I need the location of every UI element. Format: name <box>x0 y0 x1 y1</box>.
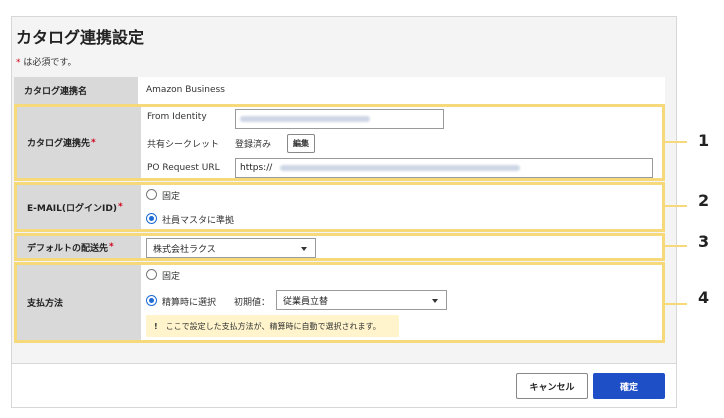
required-star: * <box>109 242 114 252</box>
payment-option-fixed: 固定 <box>162 272 181 282</box>
from-identity-label: From Identity <box>147 112 207 122</box>
callout-line-3 <box>665 245 687 247</box>
chevron-down-icon <box>301 247 307 251</box>
callout-4: 4 <box>698 288 710 307</box>
row-catalog-name: カタログ連携名 Amazon Business <box>14 77 665 104</box>
email-radio-fixed[interactable] <box>146 189 157 200</box>
email-option-employee-master: 社員マスタに準拠 <box>162 216 235 226</box>
cancel-button[interactable]: キャンセル <box>516 373 588 399</box>
callout-line-4 <box>665 303 687 305</box>
catalog-dest-label: カタログ連携先 * <box>17 107 141 178</box>
info-icon: ! <box>154 321 158 331</box>
callout-3: 3 <box>698 232 710 251</box>
po-request-url-input[interactable]: https:// <box>235 158 653 178</box>
edit-secret-button[interactable]: 編集 <box>287 134 315 153</box>
chevron-down-icon <box>432 299 438 303</box>
shared-secret-status: 登録済み <box>235 140 272 150</box>
payment-initial-select[interactable]: 従業員立替 <box>276 290 447 310</box>
catalog-name-label: カタログ連携名 <box>14 77 138 104</box>
row-default-ship: デフォルトの配送先 * 株式会社ラクス <box>14 233 665 261</box>
from-identity-input[interactable] <box>235 109 444 129</box>
email-label: E-MAIL(ログインID) * <box>17 185 141 229</box>
callout-line-1 <box>665 141 687 143</box>
confirm-button[interactable]: 確定 <box>593 373 665 399</box>
email-label-text: E-MAIL(ログインID) <box>27 203 117 214</box>
po-request-url-value: https:// <box>240 163 273 173</box>
default-ship-selected: 株式会社ラクス <box>153 244 216 255</box>
catalog-dest-value-cell: From Identity 共有シークレット 登録済み 編集 PO Reques… <box>141 107 662 178</box>
blurred-value <box>280 165 521 171</box>
default-ship-value-cell: 株式会社ラクス <box>141 236 662 258</box>
required-star: * <box>91 137 96 148</box>
payment-info-text: ここで設定した支払方法が、精算時に自動で選択されます。 <box>165 321 381 331</box>
catalog-name-value: Amazon Business <box>146 85 225 95</box>
row-payment: 支払方法 固定 精算時に選択 初期値： 従業員立替 ! ここで設定した支払方法が… <box>14 262 665 343</box>
callout-2: 2 <box>698 191 710 210</box>
page-title: カタログ連携設定 <box>16 28 145 47</box>
payment-radio-fixed[interactable] <box>146 269 157 280</box>
payment-label-text: 支払方法 <box>27 299 64 309</box>
required-note: * は必須です。 <box>16 55 76 68</box>
payment-radio-select[interactable] <box>146 295 157 306</box>
email-radio-employee-master[interactable] <box>146 213 157 224</box>
payment-label: 支払方法 <box>17 265 141 340</box>
blurred-value <box>240 116 370 122</box>
callout-1: 1 <box>698 131 710 150</box>
dialog-footer: キャンセル 確定 <box>12 363 676 407</box>
initial-value-label: 初期値： <box>234 298 271 308</box>
default-ship-select[interactable]: 株式会社ラクス <box>146 238 316 258</box>
payment-value-cell: 固定 精算時に選択 初期値： 従業員立替 ! ここで設定した支払方法が、精算時に… <box>141 265 662 340</box>
po-request-url-label: PO Request URL <box>147 163 220 173</box>
catalog-dest-label-text: カタログ連携先 <box>27 139 91 149</box>
catalog-name-label-text: カタログ連携名 <box>24 87 88 97</box>
catalog-name-value-cell: Amazon Business <box>138 77 665 104</box>
payment-info-box: ! ここで設定した支払方法が、精算時に自動で選択されます。 <box>146 315 399 337</box>
row-email: E-MAIL(ログインID) * 固定 社員マスタに準拠 <box>14 182 665 232</box>
required-star: * <box>117 202 123 212</box>
shared-secret-label: 共有シークレット <box>147 140 220 150</box>
default-ship-label: デフォルトの配送先 * <box>17 236 141 258</box>
default-ship-label-text: デフォルトの配送先 <box>27 243 109 254</box>
required-note-text: は必須です。 <box>20 58 77 68</box>
email-option-fixed: 固定 <box>162 192 181 202</box>
payment-initial-selected: 従業員立替 <box>283 296 329 307</box>
row-catalog-dest: カタログ連携先 * From Identity 共有シークレット 登録済み 編集 … <box>14 104 665 181</box>
payment-option-select: 精算時に選択 <box>162 298 217 308</box>
email-value-cell: 固定 社員マスタに準拠 <box>141 185 662 229</box>
callout-line-2 <box>665 205 687 207</box>
